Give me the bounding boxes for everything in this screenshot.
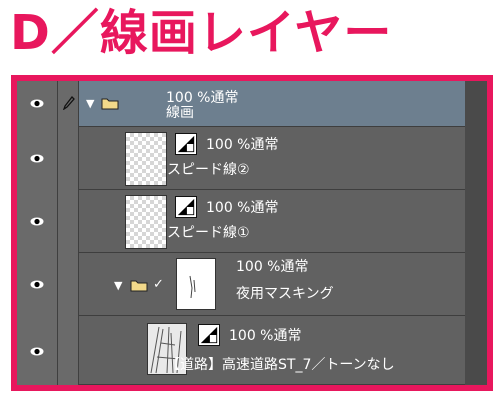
chevron-down-icon[interactable]: ▼ [114, 280, 122, 292]
page-title: D／線画レイヤー [10, 5, 393, 61]
layer-blend-mode: 100 %通常 [236, 259, 309, 275]
layer-blend-mode: 100 %通常 [206, 137, 279, 153]
layer-blend-mode: 100 %通常 [166, 90, 239, 106]
layer-row-content [79, 316, 465, 385]
pen-icon[interactable] [63, 96, 75, 110]
layer-name: 【道路】高速道路ST_7／トーンなし [166, 357, 395, 373]
eye-icon[interactable] [30, 154, 44, 163]
layer-panel: ▼ 100 %通常 線画 100 %通常 スピード線② 100 %通常 スピード… [11, 75, 493, 391]
layer-blend-mode: 100 %通常 [206, 200, 279, 216]
folder-icon [130, 280, 148, 292]
layer-thumbnail [125, 132, 167, 186]
eye-icon[interactable] [30, 99, 44, 108]
layer-name: スピード線② [167, 162, 250, 178]
layer-row-night-mask-folder[interactable]: ▼ ✓ 100 %通常 夜用マスキング [17, 253, 465, 316]
eye-icon[interactable] [30, 280, 44, 289]
layer-row-speedline-1[interactable]: 100 %通常 スピード線① [17, 190, 465, 253]
layer-row-lineart-folder[interactable]: ▼ 100 %通常 線画 [17, 81, 465, 127]
checkmark-icon[interactable]: ✓ [153, 278, 164, 292]
chevron-down-icon[interactable]: ▼ [86, 98, 94, 110]
folder-icon [101, 98, 119, 110]
layer-row-speedline-2[interactable]: 100 %通常 スピード線② [17, 127, 465, 190]
layer-row-content [79, 81, 465, 127]
mask-thumbnail [176, 258, 216, 310]
layer-thumbnail [125, 195, 167, 249]
layer-type-icon [175, 133, 197, 155]
layer-blend-mode: 100 %通常 [229, 328, 302, 344]
layer-type-icon [198, 324, 220, 346]
layer-name: 夜用マスキング [236, 286, 334, 302]
layer-scrollbar[interactable] [464, 81, 487, 385]
layer-type-icon [175, 196, 197, 218]
eye-icon[interactable] [30, 347, 44, 356]
layer-name: 線画 [166, 105, 194, 121]
layer-row-highway[interactable]: 100 %通常 【道路】高速道路ST_7／トーンなし [17, 316, 465, 385]
layer-name: スピード線① [167, 225, 250, 241]
eye-icon[interactable] [30, 217, 44, 226]
